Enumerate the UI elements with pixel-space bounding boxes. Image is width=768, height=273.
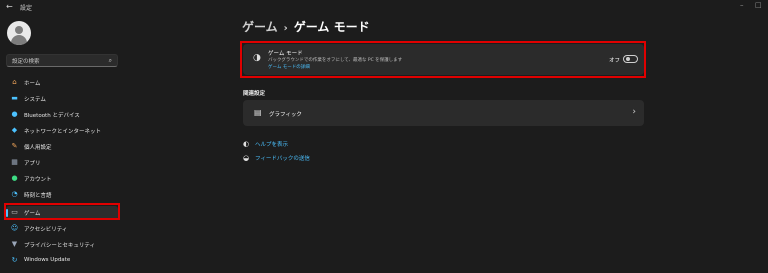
breadcrumb: ゲーム › ゲーム モード xyxy=(242,18,370,35)
highlight-box-game-mode xyxy=(240,41,646,78)
sidebar-item-label: ホーム xyxy=(24,81,41,87)
related-settings-header: 関連設定 xyxy=(243,91,266,97)
sidebar-item-windows-update[interactable]: ↻ Windows Update xyxy=(6,254,118,268)
sidebar-item-accessibility[interactable]: ☺ アクセシビリティ xyxy=(6,222,118,236)
sidebar-item-label: 時刻と言語 xyxy=(24,193,52,199)
breadcrumb-parent[interactable]: ゲーム xyxy=(242,20,278,34)
feedback-link-label: フィードバックの送信 xyxy=(255,156,310,162)
sidebar-item-label: プライバシーとセキュリティ xyxy=(24,243,96,249)
feedback-icon: ◒ xyxy=(243,154,250,162)
shield-icon: ▼ xyxy=(11,240,18,248)
sidebar-item-label: システム xyxy=(24,97,46,103)
back-arrow-icon[interactable]: ← xyxy=(6,2,13,11)
sidebar-item-bluetooth[interactable]: ● Bluetooth とデバイス xyxy=(6,108,118,122)
help-link[interactable]: ◐ ヘルプを表示 xyxy=(243,140,288,148)
sidebar-item-personalization[interactable]: ✎ 個人用設定 xyxy=(6,140,118,154)
network-icon: ◆ xyxy=(11,126,18,134)
graphics-settings-row[interactable]: ▤ グラフィック › xyxy=(243,100,644,126)
brush-icon: ✎ xyxy=(11,142,18,150)
avatar[interactable] xyxy=(7,21,31,45)
sidebar-item-privacy[interactable]: ▼ プライバシーとセキュリティ xyxy=(6,238,118,252)
chevron-right-icon: › xyxy=(632,107,636,117)
avatar-body xyxy=(11,35,27,45)
search-input[interactable]: 設定の検索 ⌕ xyxy=(6,54,118,67)
sidebar-item-system[interactable]: ▬ システム xyxy=(6,92,118,106)
sidebar-item-apps[interactable]: ▦ アプリ xyxy=(6,156,118,170)
graphics-label: グラフィック xyxy=(269,112,302,118)
sidebar-item-label: ネットワークとインターネット xyxy=(24,129,102,135)
bluetooth-icon: ● xyxy=(11,110,18,118)
search-icon[interactable]: ⌕ xyxy=(109,57,112,65)
title-bar: ← 設定 – □ xyxy=(0,0,768,16)
apps-icon: ▦ xyxy=(11,158,18,166)
home-icon: ⌂ xyxy=(12,78,17,86)
maximize-icon[interactable]: □ xyxy=(755,1,762,9)
system-icon: ▬ xyxy=(11,94,18,102)
graphics-icon: ▤ xyxy=(254,108,262,117)
minimize-icon[interactable]: – xyxy=(740,1,744,9)
help-icon: ◐ xyxy=(243,140,250,148)
sidebar-item-label: アプリ xyxy=(24,161,41,167)
account-icon: ● xyxy=(11,174,18,182)
sidebar-item-label: Windows Update xyxy=(24,257,71,263)
breadcrumb-separator: › xyxy=(283,23,288,34)
highlight-box-nav xyxy=(4,203,120,220)
window-title: 設定 xyxy=(20,5,33,12)
sidebar-item-label: アクセシビリティ xyxy=(24,227,68,233)
sidebar-item-time-language[interactable]: ◔ 時刻と言語 xyxy=(6,188,118,202)
sidebar-item-label: アカウント xyxy=(24,177,52,183)
sidebar-item-home[interactable]: ⌂ ホーム xyxy=(6,76,118,90)
sidebar-item-label: 個人用設定 xyxy=(24,145,52,151)
sidebar-item-label: Bluetooth とデバイス xyxy=(24,113,80,119)
sidebar-item-network[interactable]: ◆ ネットワークとインターネット xyxy=(6,124,118,138)
search-placeholder: 設定の検索 xyxy=(12,59,40,65)
sidebar-item-accounts[interactable]: ● アカウント xyxy=(6,172,118,186)
feedback-link[interactable]: ◒ フィードバックの送信 xyxy=(243,154,310,162)
help-link-label: ヘルプを表示 xyxy=(255,142,289,148)
avatar-head xyxy=(15,26,23,34)
page-title: ゲーム モード xyxy=(293,20,370,34)
windows-update-icon: ↻ xyxy=(11,256,18,264)
time-language-icon: ◔ xyxy=(11,190,18,198)
accessibility-icon: ☺ xyxy=(10,224,19,232)
